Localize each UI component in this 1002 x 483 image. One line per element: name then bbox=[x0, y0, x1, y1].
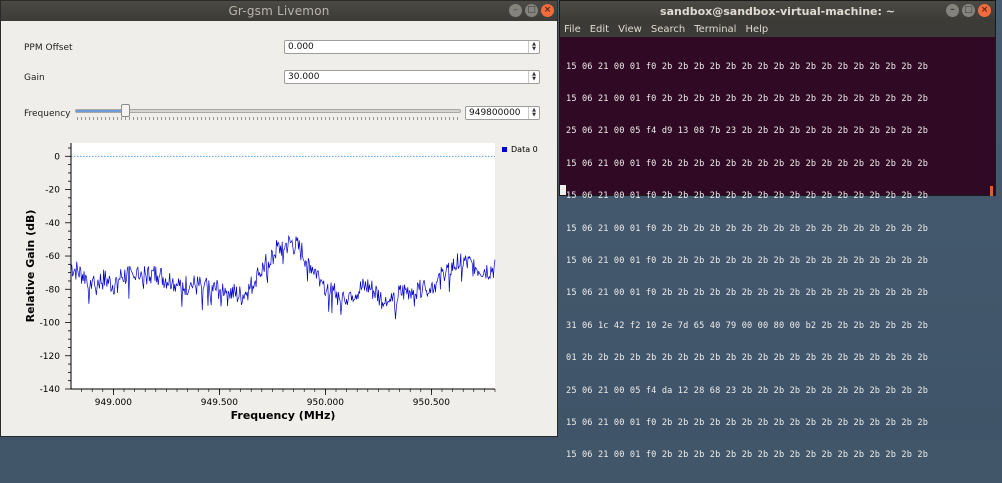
spectrum-chart-svg: 0 -20 -40 -60 -80 -100 -120 -140 949.000 949.500 9… bbox=[24, 143, 538, 422]
plot-canvas bbox=[71, 143, 495, 389]
menu-terminal[interactable]: Terminal bbox=[693, 24, 737, 35]
terminal-line: 15 06 21 00 01 f0 2b 2b 2b 2b 2b 2b 2b 2… bbox=[566, 61, 929, 72]
livemon-titlebar[interactable]: Gr-gsm Livemon – □ × bbox=[1, 1, 557, 21]
terminal-line: 25 06 21 00 05 f4 da 12 28 68 23 2b 2b 2… bbox=[566, 385, 929, 396]
terminal-line: 01 2b 2b 2b 2b 2b 2b 2b 2b 2b 2b 2b 2b 2… bbox=[566, 353, 929, 364]
frequency-slider-fill bbox=[76, 110, 126, 112]
x-tick-label: 950.000 bbox=[307, 398, 344, 408]
y-tick-label: 0 bbox=[54, 152, 60, 162]
terminal-scrollbar[interactable] bbox=[990, 186, 993, 196]
terminal-line: 15 06 21 00 01 f0 2b 2b 2b 2b 2b 2b 2b 2… bbox=[566, 223, 929, 234]
minimize-icon[interactable]: – bbox=[946, 4, 959, 17]
ppm-offset-value: 0.000 bbox=[288, 42, 314, 52]
y-tick-label: -60 bbox=[45, 252, 60, 262]
terminal-line: 15 06 21 00 01 f0 2b 2b 2b 2b 2b 2b 2b 2… bbox=[566, 158, 929, 169]
terminal-line: 15 06 21 00 01 f0 2b 2b 2b 2b 2b 2b 2b 2… bbox=[566, 191, 929, 202]
x-tick-label: 950.500 bbox=[413, 398, 450, 408]
terminal-window: sandbox@sandbox-virtual-machine: ~ – □ ×… bbox=[559, 0, 996, 460]
menu-help[interactable]: Help bbox=[744, 24, 769, 35]
x-tick-label: 949.500 bbox=[201, 398, 238, 408]
terminal-line: 15 06 21 00 01 f0 2b 2b 2b 2b 2b 2b 2b 2… bbox=[566, 255, 929, 266]
terminal-title: sandbox@sandbox-virtual-machine: ~ bbox=[660, 4, 895, 18]
terminal-menubar: File Edit View Search Terminal Help bbox=[560, 21, 995, 37]
y-axis-label: Relative Gain (dB) bbox=[24, 210, 37, 323]
terminal-lines: 15 06 21 00 01 f0 2b 2b 2b 2b 2b 2b 2b 2… bbox=[566, 40, 928, 483]
livemon-title: Gr-gsm Livemon bbox=[228, 4, 330, 18]
livemon-window-controls: – □ × bbox=[509, 4, 554, 17]
frequency-slider-handle[interactable] bbox=[121, 104, 131, 117]
terminal-line: 15 06 21 00 01 f0 2b 2b 2b 2b 2b 2b 2b 2… bbox=[566, 417, 929, 428]
ppm-offset-spinbox[interactable]: 0.000 ▲ ▼ bbox=[284, 40, 540, 54]
y-tick-label: -40 bbox=[45, 219, 60, 229]
frequency-spin-arrows-icon[interactable]: ▲ ▼ bbox=[528, 107, 539, 119]
terminal-output[interactable]: 15 06 21 00 01 f0 2b 2b 2b 2b 2b 2b 2b 2… bbox=[560, 37, 995, 460]
minimize-icon[interactable]: – bbox=[509, 4, 522, 17]
terminal-titlebar[interactable]: sandbox@sandbox-virtual-machine: ~ – □ × bbox=[560, 1, 995, 21]
terminal-line: 15 06 21 00 01 f0 2b 2b 2b 2b 2b 2b 2b 2… bbox=[566, 450, 929, 461]
terminal-line: 15 06 21 00 01 f0 2b 2b 2b 2b 2b 2b 2b 2… bbox=[566, 93, 929, 104]
legend-marker-data-0 bbox=[502, 147, 507, 152]
terminal-line: 25 06 21 00 05 f4 d9 13 08 7b 23 2b 2b 2… bbox=[566, 126, 929, 137]
close-icon[interactable]: × bbox=[541, 4, 554, 17]
livemon-window: Gr-gsm Livemon – □ × PPM Offset 0.000 ▲ ▼… bbox=[0, 0, 558, 437]
x-tick-label: 949.000 bbox=[95, 398, 132, 408]
ppm-spin-arrows-icon[interactable]: ▲ ▼ bbox=[528, 41, 539, 53]
menu-file[interactable]: File bbox=[563, 24, 582, 35]
gain-spinbox[interactable]: 30.000 ▲ ▼ bbox=[284, 70, 540, 84]
gain-value: 30.000 bbox=[288, 72, 320, 82]
gain-spin-arrows-icon[interactable]: ▲ ▼ bbox=[528, 71, 539, 83]
terminal-line: 15 06 21 00 01 f0 2b 2b 2b 2b 2b 2b 2b 2… bbox=[566, 288, 929, 299]
frequency-label: Frequency bbox=[24, 109, 71, 119]
spectrum-plot: 0 -20 -40 -60 -80 -100 -120 -140 949.000 949.500 9… bbox=[7, 138, 554, 434]
frequency-value: 949800000 bbox=[469, 108, 521, 118]
y-tick-label: -140 bbox=[40, 385, 61, 395]
x-axis-label: Frequency (MHz) bbox=[231, 409, 336, 422]
terminal-cursor bbox=[560, 185, 566, 195]
y-tick-label: -20 bbox=[45, 186, 60, 196]
y-tick-label: -120 bbox=[40, 352, 61, 362]
menu-edit[interactable]: Edit bbox=[589, 24, 610, 35]
maximize-icon[interactable]: □ bbox=[962, 4, 975, 17]
frequency-spinbox[interactable]: 949800000 ▲ ▼ bbox=[465, 106, 540, 120]
ppm-offset-label: PPM Offset bbox=[24, 43, 73, 53]
close-icon[interactable]: × bbox=[978, 4, 991, 17]
frequency-slider-ticks bbox=[77, 117, 459, 120]
y-tick-label: -80 bbox=[45, 285, 60, 295]
legend-label-data-0: Data 0 bbox=[511, 145, 538, 154]
y-tick-label: -100 bbox=[40, 319, 61, 329]
frequency-slider-track[interactable] bbox=[75, 109, 461, 113]
terminal-window-controls: – □ × bbox=[946, 4, 991, 17]
maximize-icon[interactable]: □ bbox=[525, 4, 538, 17]
menu-search[interactable]: Search bbox=[650, 24, 686, 35]
gain-label: Gain bbox=[24, 73, 45, 83]
menu-view[interactable]: View bbox=[617, 24, 643, 35]
terminal-line: 31 06 1c 42 f2 10 2e 7d 65 40 79 00 00 8… bbox=[566, 320, 929, 331]
